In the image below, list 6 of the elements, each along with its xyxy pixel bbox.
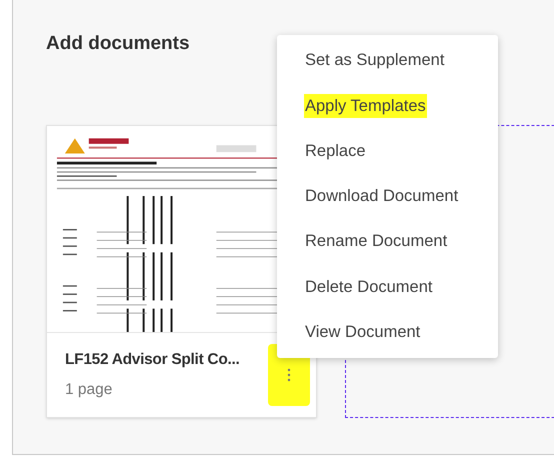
menu-item[interactable]: Set as Supplement (304, 48, 446, 74)
panel-title: Add documents (46, 32, 190, 56)
page-count: 1 page (65, 380, 114, 400)
document-name: LF152 Advisor Split Co... (65, 350, 241, 370)
more-vertical-icon (287, 368, 291, 382)
menu-item[interactable]: Apply Templates (304, 94, 427, 118)
